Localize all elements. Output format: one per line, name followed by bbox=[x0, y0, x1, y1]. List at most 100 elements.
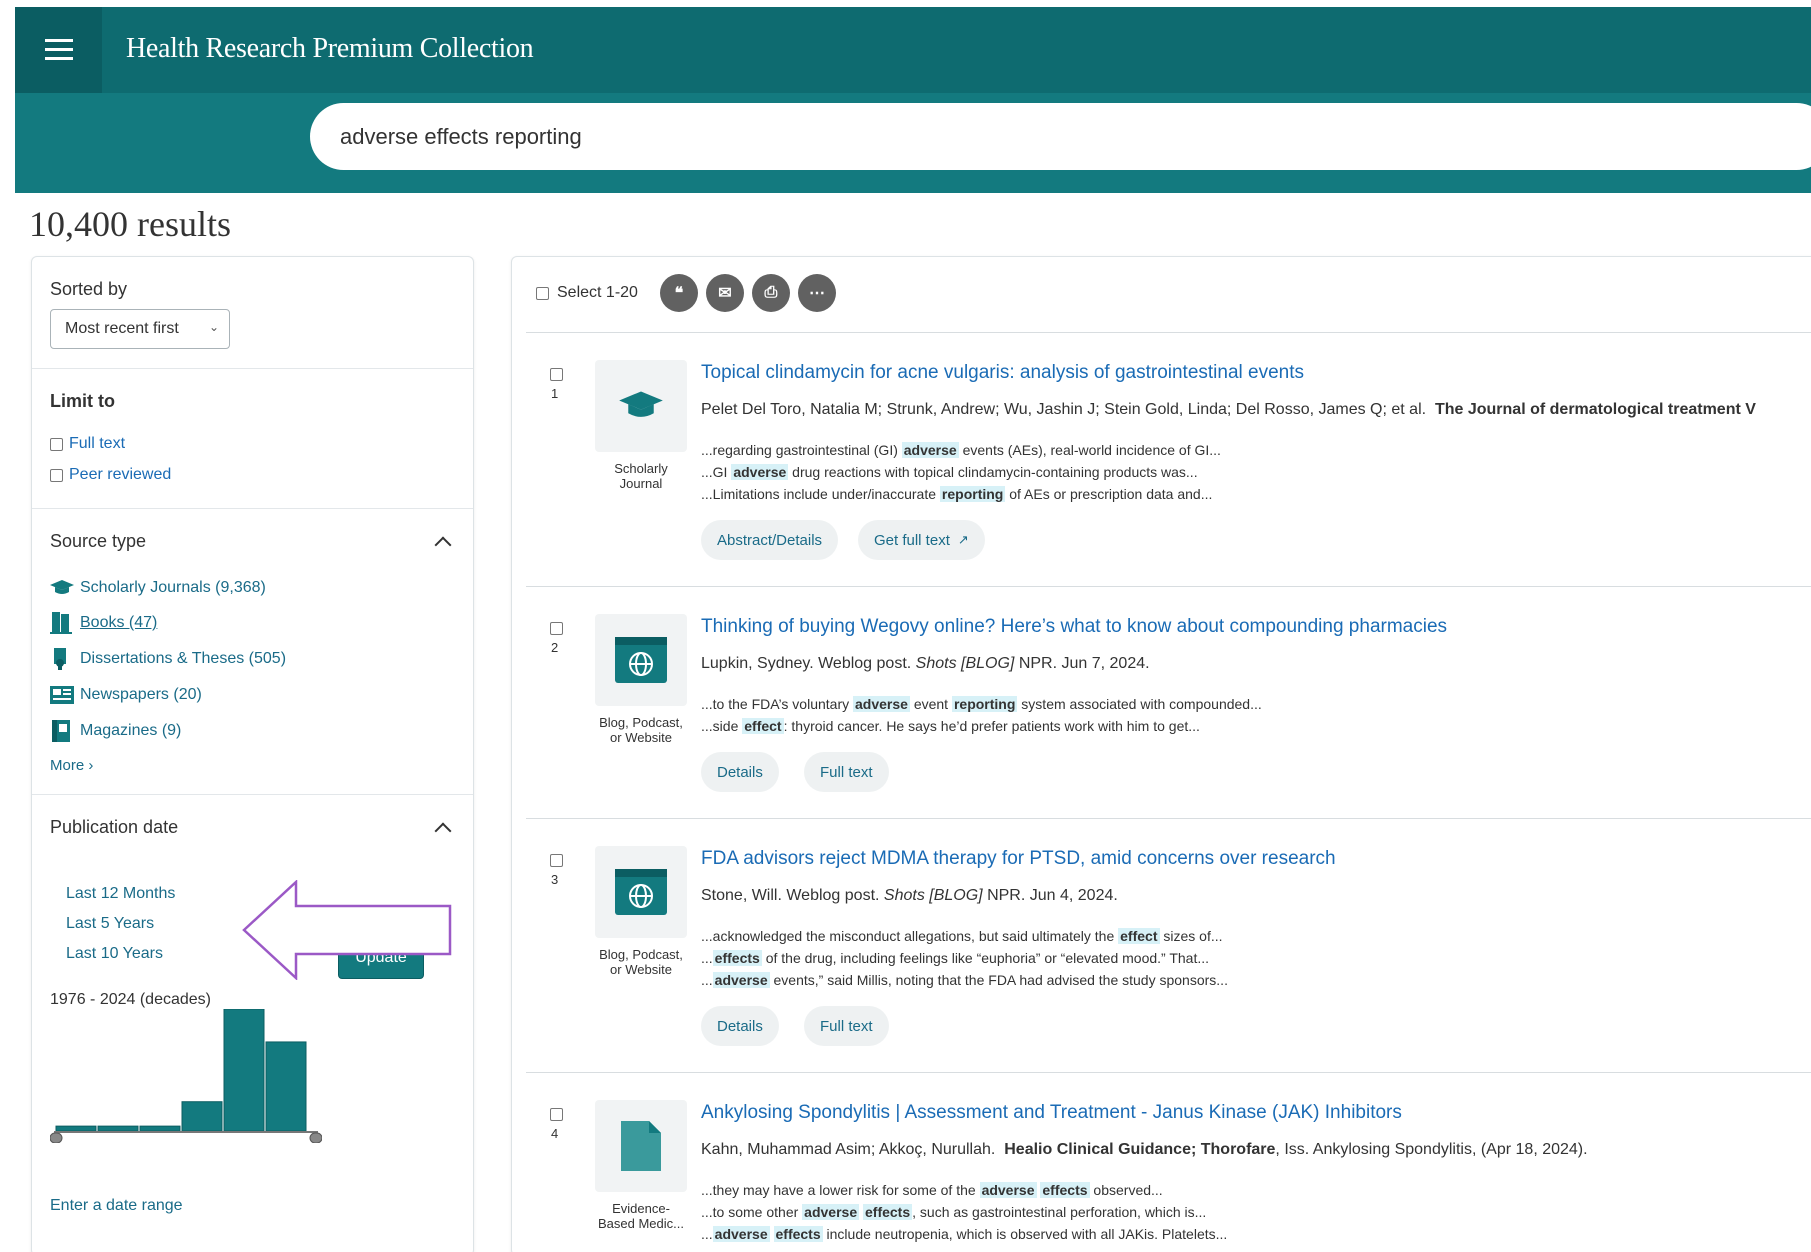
search-box[interactable] bbox=[310, 103, 1811, 170]
print-icon[interactable]: ⎙ bbox=[751, 274, 790, 312]
result-type-box bbox=[595, 846, 687, 938]
full-text-filter[interactable]: Full text bbox=[50, 435, 125, 453]
app-title[interactable]: Health Research Premium Collection bbox=[126, 33, 534, 65]
result-meta: Lupkin, Sydney. Weblog post. Shots [BLOG… bbox=[701, 655, 1150, 672]
book-icon bbox=[50, 612, 72, 634]
result-snippet: ...regarding gastrointestinal (GI) adver… bbox=[701, 442, 1221, 458]
newspaper-icon bbox=[50, 686, 74, 704]
get-full-text-button[interactable]: Get full text ↗ bbox=[858, 520, 985, 560]
search-band bbox=[15, 93, 1811, 193]
histogram-bar[interactable] bbox=[55, 1125, 97, 1132]
histogram-bar[interactable] bbox=[181, 1101, 223, 1132]
source-type-section: Source type Scholarly Journals (9,368) B… bbox=[32, 509, 473, 795]
web-globe-icon bbox=[615, 637, 667, 683]
result-item: 1 Scholarly Journal Topical clindamycin f… bbox=[526, 360, 1811, 590]
result-meta: Kahn, Muhammad Asim; Akkoç, Nurullah. He… bbox=[701, 1141, 1588, 1158]
source-scholarly-journals[interactable]: Scholarly Journals (9,368) bbox=[50, 577, 266, 599]
result-checkbox[interactable] bbox=[550, 854, 563, 867]
result-number: 1 bbox=[551, 386, 559, 401]
result-snippet: ... adverse events,” said Millis, noting … bbox=[701, 972, 1228, 988]
hamburger-menu-button[interactable] bbox=[15, 7, 102, 93]
date-last-12-months[interactable]: Last 12 Months bbox=[66, 885, 175, 903]
result-type-label: Evidence- Based Medic... bbox=[598, 1201, 684, 1231]
details-button[interactable]: Details bbox=[701, 752, 779, 792]
chevron-down-icon: ⌄ bbox=[208, 320, 219, 334]
more-icon[interactable]: ⋯ bbox=[797, 274, 836, 312]
histogram-bar[interactable] bbox=[223, 1009, 265, 1132]
full-text-label[interactable]: Full text bbox=[69, 435, 125, 453]
document-icon bbox=[621, 1121, 661, 1171]
source-more-link[interactable]: More › bbox=[50, 757, 93, 774]
result-title-link[interactable]: Thinking of buying Wegovy online? Here’s… bbox=[701, 616, 1447, 638]
divider bbox=[526, 818, 1811, 819]
result-snippet: ...acknowledged the misconduct allegatio… bbox=[701, 928, 1223, 944]
cite-icon[interactable]: ❝ bbox=[659, 274, 698, 312]
results-count: 10,400 results bbox=[29, 204, 231, 244]
date-last-10-years[interactable]: Last 10 Years bbox=[66, 945, 163, 963]
divider bbox=[526, 586, 1811, 587]
source-books[interactable]: Books (47) bbox=[50, 612, 157, 634]
source-label[interactable]: Books (47) bbox=[80, 614, 157, 632]
result-snippet: ...Limitations include under/inaccurate … bbox=[701, 486, 1213, 502]
source-magazines[interactable]: Magazines (9) bbox=[50, 720, 181, 742]
enter-date-range-link[interactable]: Enter a date range bbox=[50, 1197, 183, 1215]
result-type-label: Scholarly Journal bbox=[614, 461, 668, 491]
result-item: 3 Blog, Podcast, or Website FDA advisors … bbox=[526, 846, 1811, 1076]
date-last-5-years[interactable]: Last 5 Years bbox=[66, 915, 154, 933]
graduation-cap-icon bbox=[50, 580, 74, 594]
source-label[interactable]: Newspapers (20) bbox=[80, 686, 202, 704]
peer-reviewed-checkbox[interactable] bbox=[50, 468, 63, 482]
source-label[interactable]: Magazines (9) bbox=[80, 722, 181, 740]
collapse-publication-date-icon[interactable] bbox=[434, 822, 452, 840]
peer-reviewed-filter[interactable]: Peer reviewed bbox=[50, 466, 171, 484]
annotation-arrow bbox=[242, 880, 452, 980]
result-checkbox[interactable] bbox=[550, 1108, 563, 1121]
range-start-handle[interactable] bbox=[50, 1132, 63, 1143]
result-snippet: ...side effect: thyroid cancer. He says … bbox=[701, 718, 1200, 734]
sort-select[interactable]: Most recent first ⌄ bbox=[50, 309, 230, 349]
source-dissertations[interactable]: Dissertations & Theses (505) bbox=[50, 648, 286, 670]
sort-value: Most recent first bbox=[65, 320, 179, 337]
result-number: 2 bbox=[551, 640, 559, 655]
result-title-link[interactable]: Ankylosing Spondylitis | Assessment and … bbox=[701, 1102, 1402, 1124]
search-input[interactable] bbox=[340, 121, 1740, 153]
result-number: 4 bbox=[551, 1126, 559, 1141]
collapse-source-type-icon[interactable] bbox=[434, 536, 452, 554]
publication-date-histogram[interactable] bbox=[50, 1009, 322, 1143]
sorted-by-label: Sorted by bbox=[50, 279, 128, 299]
result-checkbox[interactable] bbox=[550, 622, 563, 635]
source-label[interactable]: Scholarly Journals (9,368) bbox=[80, 579, 266, 597]
email-icon[interactable]: ✉ bbox=[705, 274, 744, 312]
result-checkbox[interactable] bbox=[550, 368, 563, 381]
date-range-caption: 1976 - 2024 (decades) bbox=[50, 991, 211, 1008]
abstract-details-button[interactable]: Abstract/Details bbox=[701, 520, 839, 560]
select-all-checkbox[interactable] bbox=[536, 286, 549, 300]
external-link-icon: ↗ bbox=[957, 532, 969, 547]
result-type-box bbox=[595, 614, 687, 706]
sort-section: Sorted by Most recent first ⌄ bbox=[32, 257, 473, 369]
result-title-link[interactable]: Topical clindamycin for acne vulgaris: a… bbox=[701, 362, 1304, 384]
results-toolbar: Select 1-20 ❝ ✉ ⎙ ⋯ bbox=[536, 271, 836, 315]
source-label[interactable]: Dissertations & Theses (505) bbox=[80, 650, 286, 668]
select-range-label[interactable]: Select 1-20 bbox=[557, 284, 638, 302]
range-end-handle[interactable] bbox=[309, 1132, 322, 1143]
histogram-bar[interactable] bbox=[139, 1125, 181, 1132]
full-text-checkbox[interactable] bbox=[50, 437, 63, 451]
divider bbox=[526, 1072, 1811, 1073]
result-snippet: ...GI adverse drug reactions with topica… bbox=[701, 464, 1198, 480]
more-label[interactable]: More › bbox=[50, 757, 93, 774]
histogram-bar[interactable] bbox=[97, 1125, 139, 1132]
peer-reviewed-label[interactable]: Peer reviewed bbox=[69, 466, 171, 484]
result-snippet: ... adverse effects include neutropenia, … bbox=[701, 1226, 1228, 1242]
full-text-button[interactable]: Full text bbox=[804, 752, 889, 792]
source-newspapers[interactable]: Newspapers (20) bbox=[50, 684, 202, 706]
result-item: 4 Evidence- Based Medic... Ankylosing Spo… bbox=[526, 1100, 1811, 1252]
results-panel: Select 1-20 ❝ ✉ ⎙ ⋯ 1 Scholarly Journal T… bbox=[511, 256, 1811, 1252]
result-title-link[interactable]: FDA advisors reject MDMA therapy for PTS… bbox=[701, 848, 1336, 870]
histogram-bar[interactable] bbox=[265, 1041, 307, 1132]
full-text-button[interactable]: Full text bbox=[804, 1006, 889, 1046]
source-type-label: Source type bbox=[50, 531, 147, 551]
app-header: Health Research Premium Collection bbox=[15, 7, 1811, 93]
details-button[interactable]: Details bbox=[701, 1006, 779, 1046]
result-item: 2 Blog, Podcast, or Website Thinking of b… bbox=[526, 614, 1811, 824]
